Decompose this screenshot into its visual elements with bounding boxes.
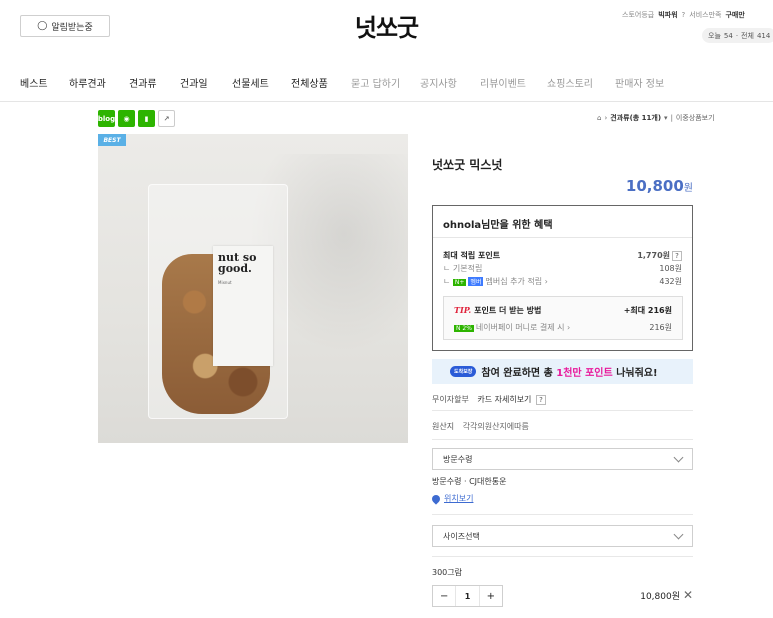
- size-select[interactable]: 사이즈선택: [432, 525, 693, 547]
- basic-points-row: ㄴ 기본적립 108원: [443, 264, 682, 273]
- card-detail-link[interactable]: 카드 자세히보기: [477, 395, 531, 404]
- package-brand: nut so good.: [218, 251, 257, 275]
- minus-icon[interactable]: −: [433, 586, 455, 606]
- nav-item-gift-set[interactable]: 선물세트: [232, 75, 269, 90]
- delivery-detail: 방문수령 · CJ대한통운: [432, 477, 507, 486]
- delivery-select[interactable]: 방문수령: [432, 448, 693, 470]
- location-pin-icon: [430, 492, 442, 505]
- tip-row: TIP. 포인트 더 받는 방법 +최대 216원: [454, 305, 672, 315]
- nav-item-notice[interactable]: 공지사항: [420, 75, 457, 90]
- nav-item-best[interactable]: 베스트: [20, 75, 48, 90]
- nav-item-seller-info[interactable]: 판매자 정보: [615, 75, 664, 90]
- breadcrumb-view[interactable]: 이중상품보기: [676, 113, 715, 123]
- divider: [432, 514, 693, 515]
- bookmark-icon[interactable]: ▮: [138, 110, 155, 127]
- npay-percent-icon: N 2%: [454, 325, 474, 332]
- product-price: 10,800원: [625, 177, 693, 195]
- benefit-box: ohnola님만을 위한 혜택 최대 적립 포인트 1,770원? ㄴ 기본적립…: [432, 205, 693, 351]
- quantity-stepper[interactable]: − 1 +: [432, 585, 503, 607]
- origin-row: 원산지 각각의원산지에따름: [432, 422, 529, 431]
- visitor-count: 오늘 54 · 전체 414: [702, 28, 773, 43]
- nav-item-nuts[interactable]: 견과류: [129, 75, 157, 90]
- package-sub: Mixnut: [218, 280, 232, 285]
- blog-icon[interactable]: blog: [98, 110, 115, 127]
- product-title: 넛쏘굿 믹스넛: [432, 158, 503, 172]
- share-icon[interactable]: ↗: [158, 110, 175, 127]
- close-icon[interactable]: ✕: [683, 588, 693, 602]
- nav-item-shopping-story[interactable]: 쇼핑스토리: [547, 75, 593, 90]
- nav-item-all-products[interactable]: 전체상품: [291, 75, 328, 90]
- installment-row: 무이자할부 카드 자세히보기 ?: [432, 394, 546, 405]
- chevron-down-icon[interactable]: ▾: [664, 114, 668, 122]
- map-link[interactable]: 위치보기: [430, 492, 473, 505]
- package-label: nut so good. Mixnut: [213, 246, 273, 366]
- quantity-value[interactable]: 1: [455, 586, 480, 606]
- nav-item-daily-nuts[interactable]: 하루견과: [69, 75, 106, 90]
- main-nav: 베스트 하루견과 견과류 건과일 선물세트 전체상품 묻고 답하기 공지사항 리…: [0, 64, 773, 102]
- home-icon[interactable]: ⌂: [597, 114, 601, 122]
- membership-icon: 멤버: [468, 277, 484, 286]
- arrival-guarantee-badge: 도착보장: [450, 366, 477, 377]
- nav-item-dried-fruit[interactable]: 건과일: [180, 75, 208, 90]
- nav-item-qna[interactable]: 묻고 답하기: [351, 75, 400, 90]
- store-grade-line: 스토어등급 빅파워 ? 서비스만족 구매만: [622, 11, 745, 19]
- chevron-down-icon: [673, 452, 684, 462]
- share-row: blog ◉ ▮ ↗: [98, 110, 175, 127]
- product-image[interactable]: BEST nut so good. Mixnut: [98, 134, 408, 443]
- breadcrumb-category[interactable]: 견과류(총 11개): [610, 113, 661, 123]
- divider: [432, 439, 693, 440]
- membership-row[interactable]: ㄴ N+ 멤버 멤버십 추가 적립 › 432원: [443, 276, 682, 287]
- breadcrumb: ⌂ › 견과류(총 11개) ▾ | 이중상품보기: [597, 113, 715, 123]
- line-price: 10,800원: [640, 592, 680, 602]
- question-icon[interactable]: ?: [682, 11, 686, 19]
- question-icon[interactable]: ?: [672, 251, 682, 261]
- npay-icon: N+: [452, 279, 467, 286]
- promo-banner[interactable]: 도착보장 참여 완료하면 총 1천만 포인트 나눠줘요!: [432, 359, 693, 384]
- chevron-down-icon: [673, 529, 684, 539]
- benefit-heading: ohnola님만을 위한 혜택: [433, 206, 692, 238]
- nav-item-review-event[interactable]: 리뷰이벤트: [480, 75, 526, 90]
- tip-box: TIP. 포인트 더 받는 방법 +최대 216원 N 2% 네이버페이 머니로 결…: [443, 296, 683, 340]
- divider: [432, 410, 693, 411]
- option-name: 300그람: [432, 568, 462, 577]
- question-icon[interactable]: ?: [535, 395, 546, 405]
- divider: [432, 556, 693, 557]
- npay-row[interactable]: N 2% 네이버페이 머니로 결제 시 › 216원: [454, 322, 672, 333]
- plus-icon[interactable]: +: [480, 586, 502, 606]
- best-badge: BEST: [98, 134, 126, 146]
- talk-icon[interactable]: ◉: [118, 110, 135, 127]
- store-grade: 빅파워: [658, 11, 678, 19]
- max-points-row: 최대 적립 포인트 1,770원?: [443, 250, 682, 261]
